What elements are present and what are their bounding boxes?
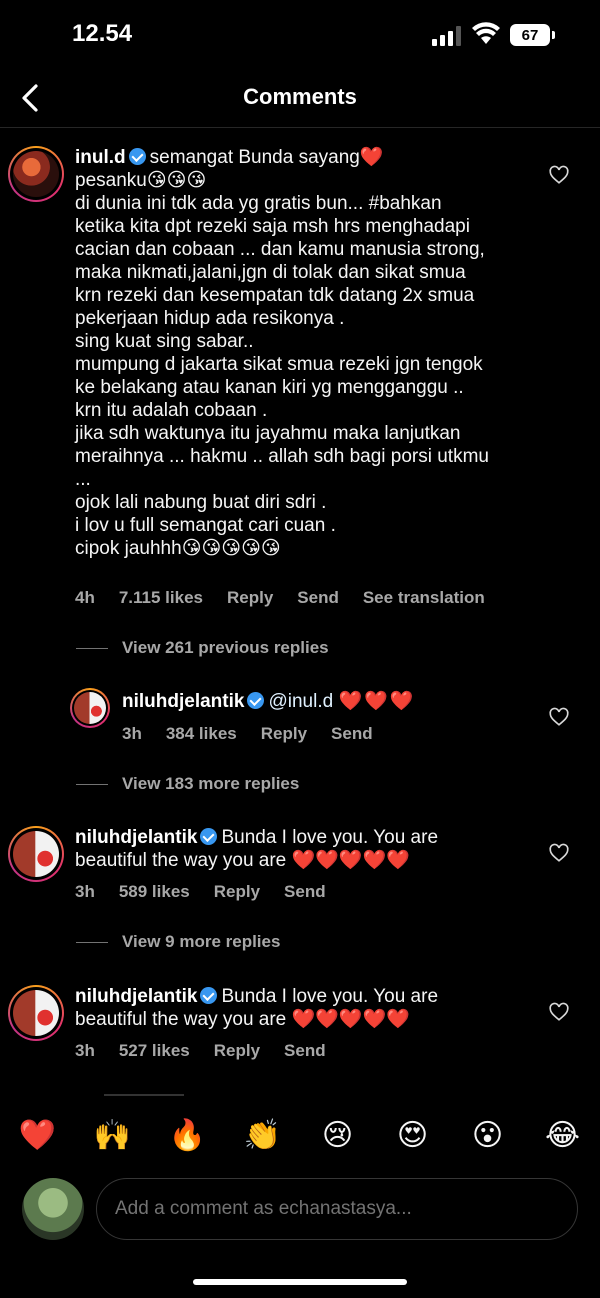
send-button[interactable]: Send [284,882,326,902]
comment-input[interactable] [96,1178,578,1240]
divider [76,647,108,649]
comment-line: Bunda I love you. You are [221,986,439,1007]
comment-line: pekerjaan hidup ada resikonya . [75,308,345,329]
comment-username[interactable]: niluhdjelantik [75,986,197,1007]
comment-line: di dunia ini tdk ada yg gratis bun... #b… [75,193,442,214]
comment-line: beautiful the way you are ❤️❤️❤️❤️❤️ [75,850,410,871]
heart-icon[interactable] [548,164,570,186]
comment-line: sing kuat sing sabar.. [75,331,254,352]
comment-meta: 3h 589 likes Reply Send [75,882,350,902]
comment-text: niluhdjelantik Bunda I love you. You are … [75,826,535,872]
avatar[interactable] [8,826,64,882]
reply-button[interactable]: Reply [227,588,273,608]
verified-badge-icon [200,987,218,1004]
comment-time: 3h [75,1041,95,1060]
avatar[interactable] [8,146,64,202]
comment-meta: 3h 527 likes Reply Send [75,1041,350,1061]
comment-meta: 3h 384 likes Reply Send [122,724,397,744]
emoji-tears-of-joy[interactable]: 😂 [543,1118,583,1153]
verified-badge-icon [128,148,146,165]
comment-username[interactable]: inul.d [75,147,126,168]
emoji-surprised-face[interactable]: 😮 [468,1118,508,1153]
send-button[interactable]: Send [284,1041,326,1061]
emoji-fire[interactable]: 🔥 [168,1118,208,1153]
avatar[interactable] [70,688,110,728]
emoji-clapping-hands[interactable]: 👏 [243,1118,283,1153]
view-previous-replies-button[interactable]: View 261 previous replies [76,638,329,658]
view-more-replies-button[interactable]: View 9 more replies [76,932,280,952]
home-indicator[interactable] [193,1279,407,1285]
divider [76,783,108,785]
see-translation-button[interactable]: See translation [363,588,485,608]
view-replies-label: View 183 more replies [122,774,300,793]
divider [76,941,108,943]
view-more-replies-button[interactable]: View 183 more replies [76,774,299,794]
comment-line: semangat Bunda sayang❤️ [149,147,384,168]
wifi-icon [472,22,500,44]
comment-time: 4h [75,588,95,607]
comment-text: niluhdjelantik Bunda I love you. You are … [75,985,535,1031]
comment-line: cacian dan cobaan ... dan kamu manusia s… [75,239,485,260]
comment-line: maka nikmati,jalani,jgn di tolak dan sik… [75,262,466,283]
emoji-crying-face[interactable]: 😢 [318,1118,358,1153]
avatar[interactable] [8,985,64,1041]
like-count[interactable]: 527 likes [119,1041,190,1061]
heart-icon[interactable] [548,706,570,728]
heart-icon[interactable] [548,1001,570,1023]
send-button[interactable]: Send [331,724,373,744]
like-count[interactable]: 384 likes [166,724,237,744]
status-time: 12.54 [72,20,133,47]
send-button[interactable]: Send [297,588,339,608]
battery-icon: 67 [510,24,550,46]
battery-tip [552,31,555,39]
emoji-raising-hands[interactable]: 🙌 [93,1118,133,1153]
comment-username[interactable]: niluhdjelantik [122,691,244,712]
comment-time: 3h [122,724,142,743]
like-count[interactable]: 589 likes [119,882,190,902]
comment-line: krn rezeki dan kesempatan tdk datang 2x … [75,285,475,306]
reply-button[interactable]: Reply [261,724,307,744]
comment-time: 3h [75,882,95,901]
emoji-red-heart[interactable]: ❤️ [18,1118,58,1153]
my-avatar [22,1178,84,1240]
header: Comments [0,72,600,128]
mention-link[interactable]: @inul.d [268,691,333,712]
verified-badge-icon [200,828,218,845]
comment-line: meraihnya ... hakmu .. allah sdh bagi po… [75,446,489,467]
divider [104,1094,184,1096]
comment-text: niluhdjelantik @inul.d ❤️❤️❤️ [122,690,542,713]
comment-hearts: ❤️❤️❤️ [338,691,416,712]
page-title: Comments [243,84,357,109]
view-replies-label: View 9 more replies [122,932,281,951]
comment-line: pesanku😘😘😘 [75,170,207,191]
comment-line: ketika kita dpt rezeki saja msh hrs meng… [75,216,470,237]
signal-icon [432,26,461,46]
reply-button[interactable]: Reply [214,882,260,902]
emoji-heart-eyes[interactable]: 😍 [393,1118,433,1153]
comment-line: krn itu adalah cobaan . [75,400,268,421]
comment-line: jika sdh waktunya itu jayahmu maka lanju… [75,423,461,444]
reply-button[interactable]: Reply [214,1041,260,1061]
comment-line: mumpung d jakarta sikat smua rezeki jgn … [75,354,483,375]
comment-line: cipok jauhhh😘😘😘😘😘 [75,538,281,559]
comment-line: ojok lali nabung buat diri sdri . [75,492,327,513]
comment-meta: 4h 7.115 likes Reply Send See translatio… [75,588,509,608]
emoji-reaction-bar: ❤️ 🙌 🔥 👏 😢 😍 😮 😂 [0,1098,600,1172]
comment-username[interactable]: niluhdjelantik [75,827,197,848]
comment-text: inul.d semangat Bunda sayang❤️ pesanku😘😘😘… [75,146,535,560]
status-bar: 12.54 67 [0,0,600,72]
comment-line: i lov u full semangat cari cuan . [75,515,336,536]
comment-line: ke belakang atau kanan kiri yg menggangg… [75,377,464,398]
comment-line: Bunda I love you. You are [221,827,439,848]
like-count[interactable]: 7.115 likes [119,588,203,608]
view-replies-label: View 261 previous replies [122,638,329,657]
verified-badge-icon [247,692,265,709]
comment-line: ... [75,469,91,490]
comment-line: beautiful the way you are ❤️❤️❤️❤️❤️ [75,1009,410,1030]
heart-icon[interactable] [548,842,570,864]
